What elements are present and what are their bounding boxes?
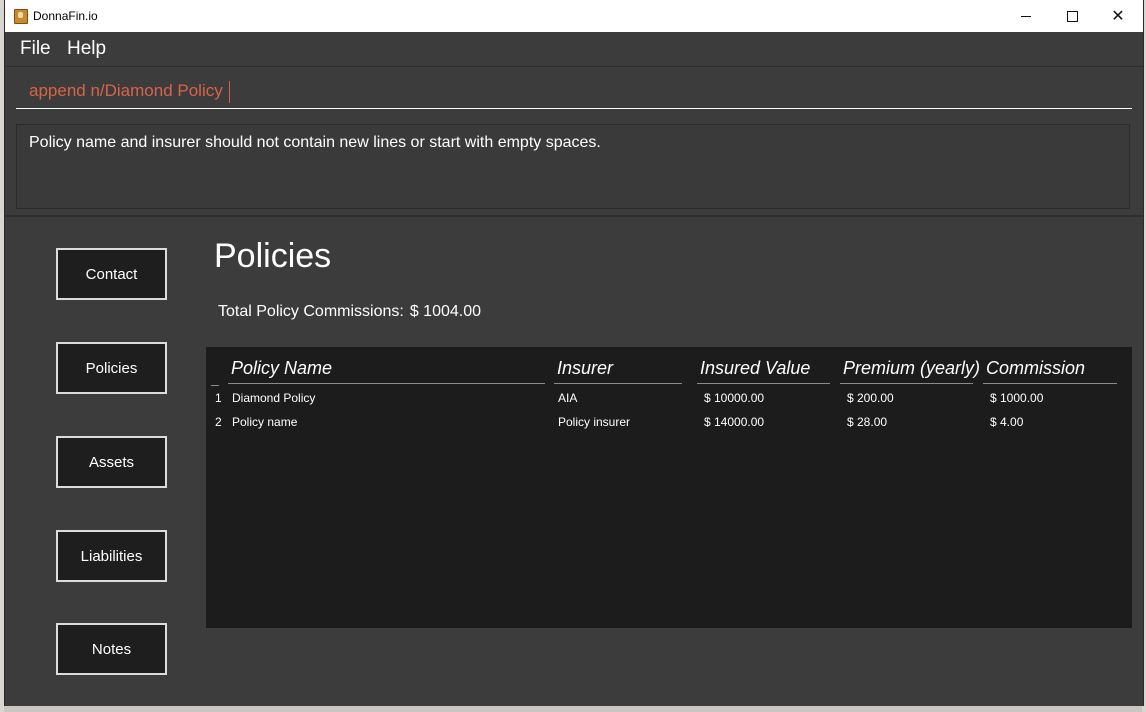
total-commissions: Total Policy Commissions: $ 1004.00 [218, 303, 481, 321]
column-header-insured-value[interactable]: Insured Value [697, 358, 830, 384]
column-header-insurer[interactable]: Insurer [554, 358, 682, 384]
menu-file[interactable]: File [20, 38, 51, 60]
menu-help[interactable]: Help [67, 38, 106, 60]
maximize-button[interactable] [1049, 0, 1095, 32]
contact-tab-button[interactable]: Contact [56, 248, 167, 300]
minimize-button[interactable] [1003, 0, 1049, 32]
policy-table[interactable]: Policy Name Insurer Insured Value Premiu… [206, 347, 1132, 628]
policy-name-cell: Diamond Policy [232, 391, 316, 405]
maximize-icon [1066, 10, 1078, 22]
assets-tab-button[interactable]: Assets [56, 436, 167, 488]
liabilities-tab-button[interactable]: Liabilities [56, 530, 167, 582]
app-icon [14, 9, 28, 24]
total-commissions-value: $ 1004.00 [409, 303, 482, 320]
app-window: DonnaFin.io ✕ File Help Policy name and … [4, 0, 1144, 706]
menu-bar: File Help [5, 32, 1143, 67]
total-commissions-label: Total Policy Commissions: [218, 303, 404, 320]
close-button[interactable]: ✕ [1095, 0, 1141, 32]
result-display: Policy name and insurer should not conta… [16, 124, 1130, 209]
column-header-commission[interactable]: Commission [983, 358, 1117, 384]
row-index: 1 [215, 391, 222, 405]
column-header-index[interactable] [211, 385, 219, 386]
table-row[interactable]: 2 Policy name Policy insurer $ 14000.00 … [206, 411, 1132, 435]
command-input[interactable] [16, 73, 1132, 109]
command-box [5, 67, 1143, 115]
close-icon: ✕ [1111, 6, 1125, 25]
policy-name-cell: Policy name [232, 415, 298, 429]
title-bar: DonnaFin.io ✕ [5, 0, 1143, 32]
insurer-cell: AIA [558, 391, 578, 405]
row-index: 2 [215, 415, 222, 429]
commission-cell: $ 1000.00 [990, 391, 1044, 405]
column-header-policy-name[interactable]: Policy Name [228, 358, 545, 384]
text-caret [229, 81, 230, 103]
divider [5, 215, 1143, 217]
desktop-background [4, 706, 1142, 712]
commission-cell: $ 4.00 [990, 415, 1024, 429]
premium-cell: $ 28.00 [847, 415, 888, 429]
column-header-premium[interactable]: Premium (yearly) [840, 358, 980, 384]
insurer-cell: Policy insurer [558, 415, 631, 429]
window-title: DonnaFin.io [33, 9, 98, 23]
table-row[interactable]: 1 Diamond Policy AIA $ 10000.00 $ 200.00… [206, 387, 1132, 411]
premium-cell: $ 200.00 [847, 391, 894, 405]
minimize-icon [1021, 15, 1031, 17]
page-title: Policies [214, 237, 332, 275]
policies-tab-button[interactable]: Policies [56, 342, 167, 394]
notes-tab-button[interactable]: Notes [56, 623, 167, 675]
insured-value-cell: $ 14000.00 [704, 415, 765, 429]
insured-value-cell: $ 10000.00 [704, 391, 765, 405]
